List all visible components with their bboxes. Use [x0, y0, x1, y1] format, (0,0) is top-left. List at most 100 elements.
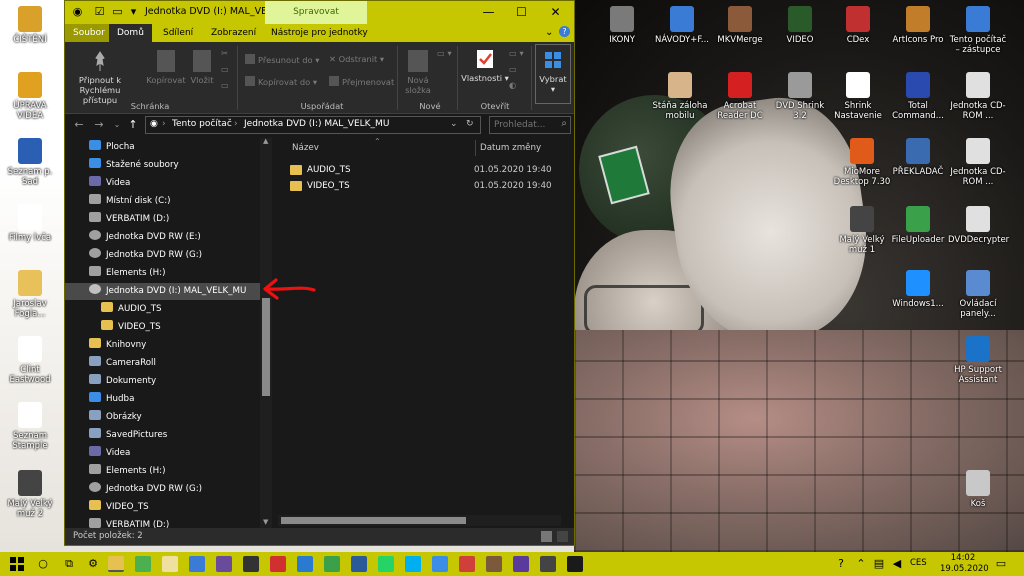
right-desktop-icon[interactable]: Shrink Nastavenie — [828, 72, 888, 121]
nav-item[interactable]: VIDEO_TS — [65, 319, 260, 336]
right-desktop-icon[interactable]: Ovládací panely... — [948, 270, 1008, 319]
skype-icon[interactable] — [405, 556, 421, 572]
right-desktop-icon[interactable]: Koš — [948, 470, 1008, 509]
clock-date[interactable]: 19.05.2020 — [940, 564, 989, 574]
new-item-icon[interactable]: ▭ ▾ — [437, 48, 452, 58]
windows-update-icon[interactable] — [351, 556, 367, 572]
copy-to-button[interactable]: Kopírovat do ▾ — [245, 76, 317, 87]
left-desktop-icon[interactable]: Jaroslav Fogla... — [0, 270, 60, 319]
printer-icon[interactable] — [540, 556, 556, 572]
calculator-icon[interactable] — [243, 556, 259, 572]
left-desktop-icon[interactable]: Seznam Stample — [0, 402, 60, 451]
note-icon[interactable] — [486, 556, 502, 572]
nav-item[interactable]: Jednotka DVD RW (G:) — [65, 481, 260, 498]
nav-item[interactable]: AUDIO_TS — [65, 301, 260, 318]
edit-icon[interactable]: ▭ — [509, 64, 517, 74]
new-folder-quick-icon[interactable]: ▭ — [111, 5, 124, 18]
chevron-down-icon[interactable]: ⌄ — [450, 119, 458, 129]
delete-button[interactable]: ✕ Odstranit ▾ — [329, 54, 384, 64]
rename-button[interactable]: Přejmenovat — [329, 76, 394, 87]
history-icon[interactable]: ◐ — [509, 80, 516, 90]
nav-item[interactable]: CameraRoll — [65, 355, 260, 372]
close-button[interactable]: ✕ — [539, 1, 572, 24]
nav-item[interactable]: VERBATIM (D:) — [65, 211, 260, 228]
right-desktop-icon[interactable]: Jednotka CD-ROM ... — [948, 72, 1008, 121]
left-desktop-icon[interactable]: ČIŠTĚNÍ — [0, 6, 60, 45]
nav-item[interactable]: Knihovny — [65, 337, 260, 354]
download-icon[interactable] — [216, 556, 232, 572]
ribbon-collapse-icon[interactable]: ⌄ — [545, 27, 553, 38]
file-row[interactable]: AUDIO_TS 01.05.2020 19:40 — [290, 162, 560, 178]
breadcrumb-dvd-drive[interactable]: Jednotka DVD (I:) MAL_VELK_MU — [244, 119, 389, 129]
right-desktop-icon[interactable]: CDex — [828, 6, 888, 45]
column-divider[interactable] — [475, 140, 476, 156]
calendar-icon[interactable] — [162, 556, 178, 572]
right-desktop-icon[interactable]: Windows1... — [888, 270, 948, 309]
tab-view[interactable]: Zobrazení — [203, 24, 264, 42]
back-arrow-icon[interactable]: ← — [71, 117, 87, 133]
nav-item[interactable]: Obrázky — [65, 409, 260, 426]
right-desktop-icon[interactable]: DVD Shrink 3.2 — [770, 72, 830, 121]
nav-item[interactable]: Plocha — [65, 139, 260, 156]
up-arrow-icon[interactable]: ↑ — [125, 117, 141, 133]
properties-button[interactable]: Vlastnosti ▾ — [461, 48, 509, 83]
right-desktop-icon[interactable]: Stáňa záloha mobilu — [650, 72, 710, 121]
nav-item[interactable]: VERBATIM (D:) — [65, 517, 260, 528]
column-header-name[interactable]: Název — [292, 138, 319, 158]
right-desktop-icon[interactable]: FileUploader — [888, 206, 948, 245]
right-desktop-icon[interactable]: DVDDecrypter — [948, 206, 1009, 245]
right-desktop-icon[interactable]: MioMore Desktop 7.30 — [832, 138, 892, 187]
nav-item[interactable]: Jednotka DVD RW (G:) — [65, 247, 260, 264]
large-icons-view-icon[interactable] — [557, 531, 568, 542]
download-manager-icon[interactable] — [513, 556, 529, 572]
right-desktop-icon[interactable]: Jednotka CD-ROM ... — [948, 138, 1008, 187]
scroll-down-icon[interactable]: ▼ — [263, 518, 268, 526]
properties-quick-icon[interactable]: ☑ — [93, 5, 106, 18]
scrollbar-thumb[interactable] — [281, 517, 466, 524]
nav-item[interactable]: Elements (H:) — [65, 265, 260, 282]
right-desktop-icon[interactable]: NÁVODY+F... — [652, 6, 712, 45]
column-header-date[interactable]: Datum změny — [480, 138, 541, 158]
file-row[interactable]: VIDEO_TS 01.05.2020 19:40 — [290, 178, 560, 194]
right-desktop-icon[interactable]: PŘEKLADAČ — [888, 138, 948, 177]
nav-item[interactable]: Videa — [65, 175, 260, 192]
start-windows-icon[interactable] — [8, 555, 26, 573]
left-desktop-icon[interactable]: ÚPRAVA VIDEA — [0, 72, 60, 121]
earth-icon[interactable] — [432, 556, 448, 572]
search-icon[interactable]: ○ — [34, 555, 52, 573]
right-desktop-icon[interactable]: ArtIcons Pro — [888, 6, 948, 45]
nav-item[interactable]: Jednotka DVD RW (E:) — [65, 229, 260, 246]
mail-icon[interactable] — [189, 556, 205, 572]
input-language[interactable]: CES — [910, 558, 927, 568]
chevron-up-icon[interactable]: ⌃ — [852, 555, 870, 573]
right-desktop-icon[interactable]: HP Support Assistant — [948, 336, 1008, 385]
maximize-button[interactable]: ☐ — [505, 1, 538, 24]
manage-context-tab[interactable]: Spravovat — [265, 1, 367, 24]
left-desktop-icon[interactable]: Malý Velký muž 2 — [0, 470, 60, 519]
help-icon[interactable]: ? — [832, 555, 850, 573]
left-desktop-icon[interactable]: Filmy lvča — [0, 204, 60, 243]
settings-gear-icon[interactable]: ⚙ — [84, 555, 102, 573]
minimize-button[interactable]: — — [472, 1, 505, 24]
quick-access-dropdown-icon[interactable]: ▾ — [127, 5, 140, 18]
nav-item[interactable]: Místní disk (C:) — [65, 193, 260, 210]
right-desktop-icon[interactable]: VIDEO — [770, 6, 830, 45]
task-view-icon[interactable]: ⧉ — [60, 555, 78, 573]
tab-share[interactable]: Sdílení — [155, 24, 201, 42]
search-input[interactable] — [494, 119, 556, 131]
tab-home[interactable]: Domů — [109, 24, 152, 42]
pin-quick-access-button[interactable]: Připnout k Rychlému přístupu — [69, 50, 131, 105]
scrollbar-thumb[interactable] — [262, 298, 270, 396]
right-desktop-icon[interactable]: Malý Velký muž 1 — [832, 206, 892, 255]
nav-item[interactable]: Elements (H:) — [65, 463, 260, 480]
nav-item[interactable]: VIDEO_TS — [65, 499, 260, 516]
nav-item[interactable]: Videa — [65, 445, 260, 462]
volume-icon[interactable]: ◀ — [888, 555, 906, 573]
record-icon[interactable] — [270, 556, 286, 572]
select-button[interactable]: Vybrat ▾ — [535, 44, 571, 104]
file-explorer-icon[interactable] — [108, 556, 124, 572]
open-icon[interactable]: ▭ ▾ — [509, 48, 524, 58]
dvd-drive-icon[interactable]: ◉ — [71, 5, 84, 18]
search-box[interactable]: ⌕ — [489, 116, 571, 134]
breadcrumb-this-pc[interactable]: Tento počítač — [172, 119, 232, 129]
